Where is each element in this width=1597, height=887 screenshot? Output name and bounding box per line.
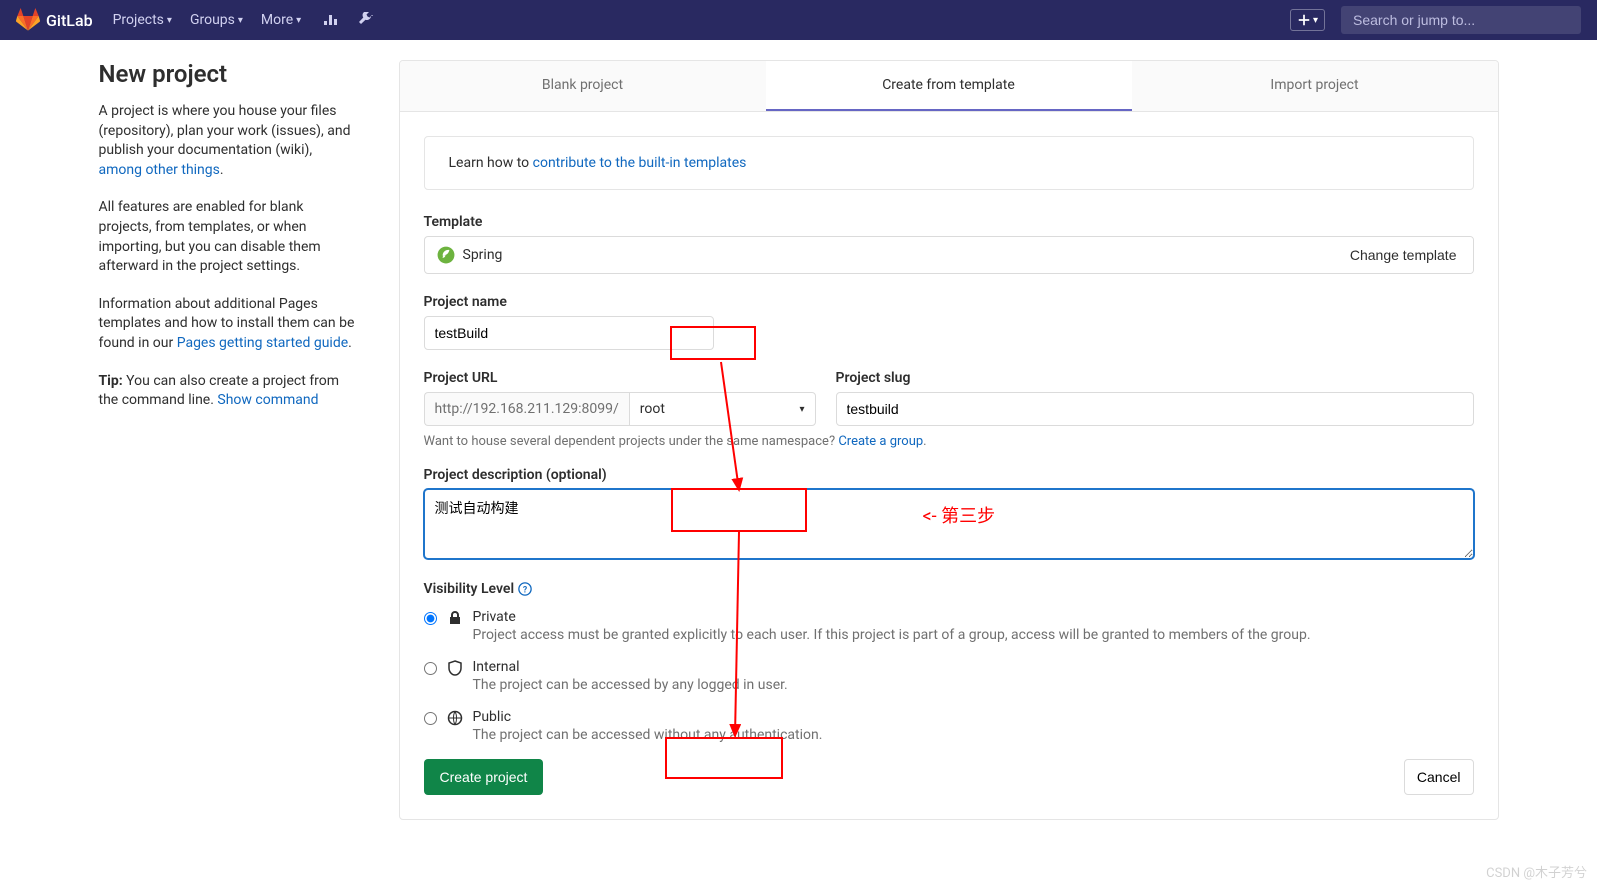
nav-more[interactable]: More▾ [261, 12, 301, 28]
wrench-icon[interactable] [357, 12, 373, 28]
project-tabs: Blank project Create from template Impor… [400, 61, 1498, 112]
visibility-level-label: Visibility Level ? [424, 581, 1474, 597]
visibility-internal-row: InternalThe project can be accessed by a… [424, 659, 1474, 693]
svg-text:?: ? [523, 586, 527, 596]
info-para-3: Information about additional Pages templ… [99, 295, 359, 354]
show-command-link[interactable]: Show command [217, 392, 318, 408]
pages-guide-link[interactable]: Pages getting started guide [177, 335, 348, 351]
project-slug-label: Project slug [836, 370, 1474, 386]
visibility-public-radio[interactable] [424, 712, 437, 725]
visibility-internal-radio[interactable] [424, 662, 437, 675]
base-url-text: http://192.168.211.129:8099/ [424, 392, 629, 426]
project-name-input[interactable] [424, 316, 714, 350]
gitlab-icon [16, 8, 40, 32]
nav-projects[interactable]: Projects▾ [113, 12, 172, 28]
help-icon[interactable]: ? [518, 582, 532, 596]
globe-icon [447, 710, 463, 726]
create-group-link[interactable]: Create a group [838, 434, 923, 449]
info-para-1: A project is where you house your files … [99, 102, 359, 180]
sidebar-info: New project A project is where you house… [99, 60, 359, 820]
lock-icon [447, 610, 463, 626]
nav-groups[interactable]: Groups▾ [190, 12, 243, 28]
info-para-2: All features are enabled for blank proje… [99, 198, 359, 276]
annotation-arrow [713, 360, 753, 780]
info-para-4: Tip: You can also create a project from … [99, 372, 359, 411]
visibility-public-row: PublicThe project can be accessed withou… [424, 709, 1474, 743]
activity-icon[interactable] [323, 12, 339, 28]
namespace-hint: Want to house several dependent projects… [424, 434, 1474, 449]
chevron-down-icon: ▾ [799, 404, 804, 415]
tab-create-from-template[interactable]: Create from template [766, 61, 1132, 111]
project-name-label: Project name [424, 294, 1474, 310]
visibility-private-row: PrivateProject access must be granted ex… [424, 609, 1474, 643]
chevron-down-icon: ▾ [167, 15, 172, 26]
plus-icon [1297, 13, 1311, 27]
spring-icon [437, 246, 455, 264]
visibility-private-radio[interactable] [424, 612, 437, 625]
top-navbar: GitLab Projects▾ Groups▾ More▾ ▾ [0, 0, 1597, 40]
project-url-row: http://192.168.211.129:8099/ root ▾ [424, 392, 816, 426]
template-label: Template [424, 214, 1474, 230]
chevron-down-icon: ▾ [296, 15, 301, 26]
template-selected: Spring [425, 237, 1334, 273]
create-project-button[interactable]: Create project [424, 759, 544, 795]
gitlab-logo[interactable]: GitLab [16, 8, 93, 32]
annotation-step3-text: <- 第三步 [923, 502, 996, 528]
chevron-down-icon: ▾ [238, 15, 243, 26]
project-slug-input[interactable] [836, 392, 1474, 426]
tab-blank-project[interactable]: Blank project [400, 61, 766, 111]
template-callout: Learn how to contribute to the built-in … [424, 136, 1474, 190]
change-template-button[interactable]: Change template [1334, 237, 1473, 273]
project-desc-label: Project description (optional) [424, 467, 1474, 483]
main-panel: Blank project Create from template Impor… [399, 60, 1499, 820]
shield-icon [447, 660, 463, 676]
gitlab-logo-text: GitLab [46, 11, 93, 30]
among-other-things-link[interactable]: among other things [99, 162, 220, 178]
template-row: Spring Change template [424, 236, 1474, 274]
chevron-down-icon: ▾ [1313, 15, 1318, 26]
plus-dropdown[interactable]: ▾ [1290, 9, 1325, 31]
project-url-label: Project URL [424, 370, 816, 386]
cancel-button[interactable]: Cancel [1404, 759, 1474, 795]
tab-import-project[interactable]: Import project [1132, 61, 1498, 111]
page-title: New project [99, 60, 359, 88]
watermark-text: CSDN @木子芳兮 [1486, 862, 1587, 881]
search-input[interactable] [1341, 6, 1581, 34]
contribute-templates-link[interactable]: contribute to the built-in templates [533, 155, 747, 171]
